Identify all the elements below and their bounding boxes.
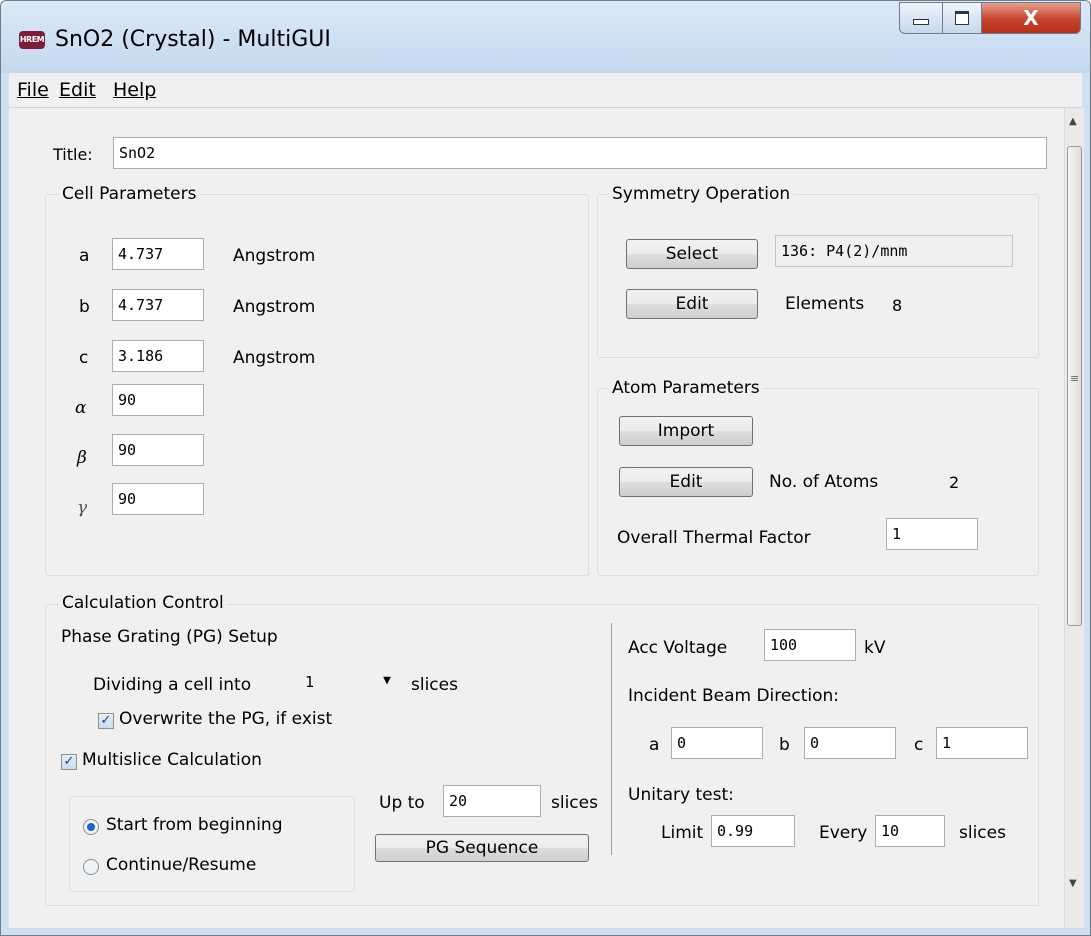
every-label: Every [819, 823, 868, 843]
atom-count-label: No. of Atoms [769, 472, 879, 492]
pg-sequence-button[interactable]: PG Sequence [375, 834, 589, 862]
space-group-display: 136: P4(2)/mnm [775, 235, 1013, 267]
thermal-factor-label: Overall Thermal Factor [617, 528, 811, 548]
dividing-label: Dividing a cell into [93, 675, 252, 695]
cell-parameters-title: Cell Parameters [59, 184, 200, 204]
start-mode-group [69, 796, 355, 892]
upto-slices-label: slices [551, 793, 598, 813]
pg-setup-label: Phase Grating (PG) Setup [61, 627, 278, 647]
vertical-scrollbar[interactable]: ▲ ≡ ▼ [1064, 108, 1084, 928]
menu-help-label: Help [113, 79, 157, 101]
title-bar[interactable]: HREM SnO2 (Crystal) - MultiGUI X [1, 1, 1090, 73]
limit-input[interactable]: 0.99 [711, 815, 795, 847]
atoms-edit-button[interactable]: Edit [619, 467, 753, 497]
cell-b-input[interactable]: 4.737 [112, 289, 204, 321]
cell-beta-label: β [77, 448, 87, 468]
multislice-label: Multislice Calculation [82, 750, 262, 770]
atom-parameters-title: Atom Parameters [609, 378, 763, 398]
beam-c-input[interactable]: 1 [936, 727, 1028, 759]
acc-voltage-input[interactable]: 100 [764, 629, 856, 661]
thermal-factor-input[interactable]: 1 [886, 518, 978, 550]
close-button[interactable]: X [981, 2, 1081, 34]
cell-a-input[interactable]: 4.737 [112, 238, 204, 270]
start-from-beginning-radio[interactable] [83, 819, 99, 835]
calc-divider [611, 623, 612, 855]
cell-gamma-label: γ [77, 498, 88, 518]
menu-help[interactable]: Help [113, 79, 156, 101]
cell-c-input[interactable]: 3.186 [112, 340, 204, 372]
symmetry-operation-title: Symmetry Operation [609, 184, 794, 204]
cell-beta-input[interactable]: 90 [112, 434, 204, 466]
start-from-beginning-label: Start from beginning [106, 815, 283, 835]
every-slices-label: slices [959, 823, 1006, 843]
beam-b-label: b [779, 735, 790, 755]
scroll-down-icon[interactable]: ▼ [1069, 878, 1077, 889]
symmetry-edit-button[interactable]: Edit [626, 289, 758, 319]
limit-label: Limit [661, 823, 704, 843]
cell-b-label: b [79, 297, 90, 317]
app-icon: HREM [19, 31, 45, 49]
cell-a-unit: Angstrom [233, 246, 316, 266]
import-button[interactable]: Import [619, 416, 753, 446]
scroll-up-icon[interactable]: ▲ [1069, 116, 1077, 127]
elements-value: 8 [892, 296, 903, 315]
app-window: HREM SnO2 (Crystal) - MultiGUI X File Ed… [0, 0, 1091, 936]
acc-voltage-label: Acc Voltage [628, 638, 728, 658]
dividing-combo[interactable]: 1 ▼ [300, 669, 397, 697]
title-input[interactable]: SnO2 [113, 137, 1047, 169]
upto-label: Up to [379, 793, 425, 813]
menu-file-label: File [17, 79, 49, 101]
menu-bar: File Edit Help [9, 73, 1082, 108]
grip-icon: ≡ [1070, 372, 1080, 385]
multislice-checkbox[interactable]: ✓ [61, 754, 77, 770]
every-input[interactable]: 10 [875, 815, 945, 847]
unitary-test-label: Unitary test: [628, 785, 734, 805]
maximize-button[interactable] [942, 2, 982, 34]
chevron-down-icon: ▼ [383, 673, 391, 688]
form-area: Title: SnO2 Cell Parameters a 4.737 Angs… [9, 108, 1064, 928]
elements-label: Elements [785, 294, 865, 314]
continue-resume-label: Continue/Resume [106, 855, 257, 875]
cell-c-unit: Angstrom [233, 348, 316, 368]
beam-a-input[interactable]: 0 [671, 727, 763, 759]
scrollbar-thumb[interactable]: ≡ [1067, 146, 1082, 626]
window-title: SnO2 (Crystal) - MultiGUI [55, 27, 331, 52]
cell-b-unit: Angstrom [233, 297, 316, 317]
menu-edit[interactable]: Edit [59, 79, 96, 101]
beam-direction-label: Incident Beam Direction: [628, 686, 839, 706]
cell-gamma-input[interactable]: 90 [112, 483, 204, 515]
menu-file[interactable]: File [17, 79, 49, 101]
symmetry-operation-group [597, 194, 1039, 358]
continue-resume-radio[interactable] [83, 859, 99, 875]
cell-alpha-label: α [75, 398, 87, 418]
cell-c-label: c [79, 348, 89, 368]
dividing-combo-value: 1 [305, 673, 315, 691]
dividing-slices-label: slices [411, 675, 458, 695]
overwrite-checkbox[interactable]: ✓ [98, 713, 114, 729]
cell-alpha-input[interactable]: 90 [112, 384, 204, 416]
beam-a-label: a [649, 735, 660, 755]
beam-c-label: c [914, 735, 924, 755]
overwrite-label: Overwrite the PG, if exist [119, 709, 333, 729]
upto-input[interactable]: 20 [443, 785, 541, 817]
title-label: Title: [53, 145, 93, 164]
calculation-control-title: Calculation Control [59, 593, 227, 613]
acc-voltage-unit: kV [864, 638, 886, 658]
select-button[interactable]: Select [626, 239, 758, 269]
maximize-icon [955, 11, 969, 25]
menu-edit-label: Edit [59, 79, 96, 101]
atom-count-value: 2 [949, 473, 960, 492]
close-icon: X [1023, 6, 1039, 30]
minimize-button[interactable] [899, 2, 943, 34]
beam-b-input[interactable]: 0 [804, 727, 896, 759]
cell-a-label: a [79, 246, 90, 266]
minimize-icon [913, 19, 929, 25]
